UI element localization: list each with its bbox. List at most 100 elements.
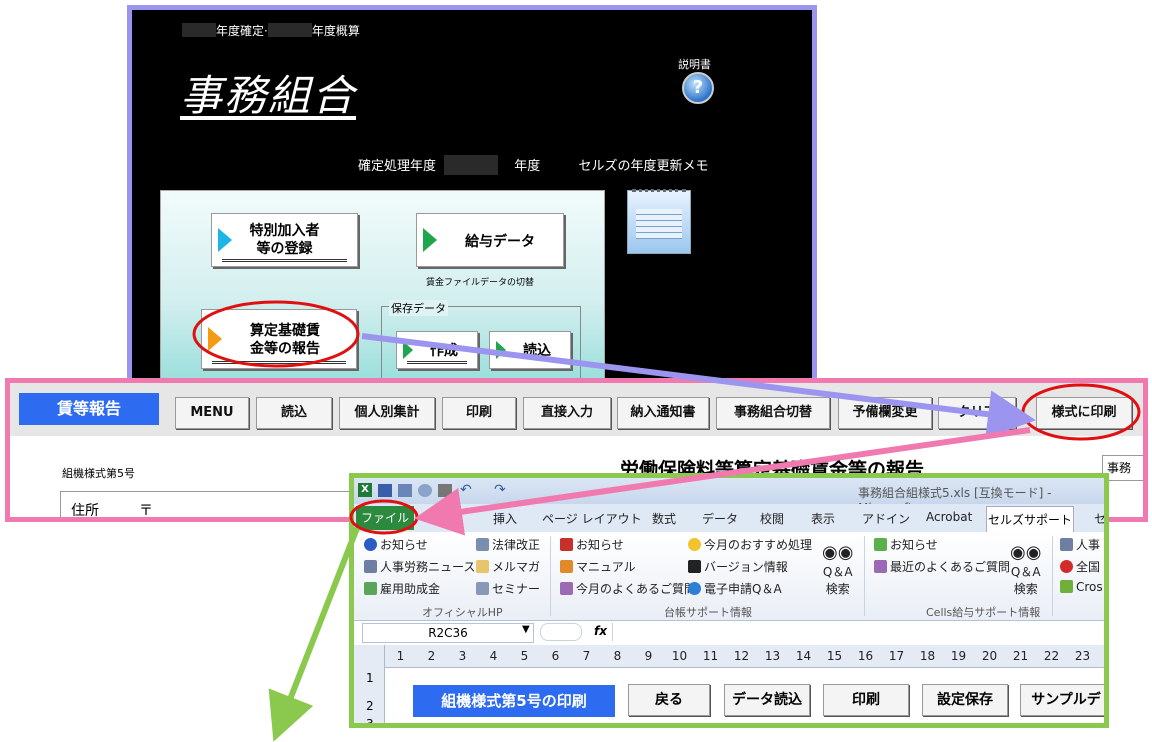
g1-seminar-button[interactable]: セミナー [476,580,540,597]
column-header[interactable]: 19 [943,649,974,663]
santei-kiso-button[interactable]: 算定基礎賃 金等の報告 [201,309,357,369]
column-header[interactable]: 7 [571,649,602,663]
sample-data-button[interactable]: サンプルデ [1020,684,1104,716]
yoshiki-ni-insatsu-button[interactable]: 様式に印刷 [1036,397,1132,429]
save-as-icon[interactable] [398,484,412,497]
column-header[interactable]: 16 [850,649,881,663]
tab-home[interactable]: ム [450,510,462,527]
law-icon [476,538,489,551]
column-header[interactable]: 5 [509,649,540,663]
fx-icon[interactable]: fx [594,624,607,638]
row-header[interactable]: 2 [366,699,374,713]
row-header[interactable]: 3 [366,717,374,723]
name-box[interactable]: R2C36 [362,623,534,643]
print-button[interactable]: 印刷 [823,684,909,716]
g2-version-button[interactable]: バージョン情報 [688,558,788,575]
arrow-right-icon [496,341,506,359]
nendo-label: 年度 [514,159,541,174]
jimukumiai-kirikae-button[interactable]: 事務組合切替 [716,397,830,429]
tab-addins[interactable]: アドイン [862,510,910,527]
g2-manual-button[interactable]: マニュアル [560,558,636,575]
print-preview-icon[interactable] [418,484,432,497]
file-tab[interactable]: ファイル [356,506,414,530]
save-icon[interactable] [378,484,392,497]
tab-more[interactable]: セ [1094,510,1104,527]
yomikomi-button[interactable]: 読込 [489,331,571,369]
column-header[interactable]: 22 [1036,649,1067,663]
g1-subsidy-button[interactable]: 雇用助成金 [364,580,440,597]
ribbon-label: 全国 [1076,560,1101,574]
column-header[interactable]: 2 [416,649,447,663]
tab-page-layout[interactable]: ページ レイアウト [542,510,642,527]
clear-button[interactable]: クリア [938,397,1016,429]
chevron-down-icon[interactable]: ▼ [522,624,530,635]
menu-button[interactable]: MENU [175,397,249,429]
undo-icon[interactable]: ↶ [460,482,472,498]
help-icon[interactable]: ? [682,72,714,104]
column-header[interactable]: 6 [540,649,571,663]
g2-news-button[interactable]: お知らせ [560,536,624,553]
g2-qa-search-button[interactable]: ◉◉ Q＆A 検索 [822,542,853,597]
g2-e-apply-button[interactable]: 電子申請Q＆A [688,580,782,597]
column-header[interactable]: 12 [726,649,757,663]
column-header[interactable]: 20 [974,649,1005,663]
g2-recommend-button[interactable]: 今月のおすすめ処理 [688,536,812,553]
select-all-corner[interactable] [354,645,385,667]
print-icon[interactable] [438,484,452,497]
formula-input[interactable] [612,623,1093,641]
sakusei-button[interactable]: 作成 [396,331,478,369]
g4-cros-button[interactable]: Cros [1060,580,1103,594]
tab-insert[interactable]: 挿入 [493,510,517,527]
g4-hr-button[interactable]: 人事 [1060,536,1100,553]
tab-review[interactable]: 校閲 [760,510,784,527]
g4-national-button[interactable]: 全国 [1060,558,1100,575]
redacted-year-input[interactable] [444,155,499,175]
g1-news-button[interactable]: お知らせ [364,536,428,553]
column-header[interactable]: 13 [757,649,788,663]
column-header[interactable]: 15 [819,649,850,663]
kyuyo-data-button[interactable]: 給与データ [416,213,564,267]
g2-faq-button[interactable]: 今月のよくあるご質問 [560,580,696,597]
column-header[interactable]: 4 [478,649,509,663]
tab-formulas[interactable]: 数式 [652,510,676,527]
data-load-button[interactable]: データ読込 [724,684,810,716]
column-header[interactable]: 11 [695,649,726,663]
yobiran-henko-button[interactable]: 予備欄変更 [838,397,932,429]
column-header[interactable]: 14 [788,649,819,663]
column-header[interactable]: 3 [447,649,478,663]
g3-faq-button[interactable]: 最近のよくあるご質問 [874,558,1010,575]
g1-law-button[interactable]: 法律改正 [476,536,540,553]
tab-cells-support[interactable]: セルズサポート [986,506,1074,533]
column-header[interactable]: 9 [633,649,664,663]
column-header[interactable]: 23 [1067,649,1098,663]
back-button[interactable]: 戻る [628,684,710,716]
column-header[interactable]: 17 [881,649,912,663]
g1-hr-news-button[interactable]: 人事労務ニュース [364,558,475,575]
g3-qa-search-button[interactable]: ◉◉ Q＆A 検索 [1010,542,1041,597]
tab-view[interactable]: 表示 [811,510,835,527]
insatsu-button[interactable]: 印刷 [442,397,516,429]
g1-mailmag-button[interactable]: メルマガ [476,558,540,575]
save-settings-button[interactable]: 設定保存 [922,684,1008,716]
tab-data[interactable]: データ [702,510,738,527]
yomikomi-button[interactable]: 読込 [256,397,332,429]
group-label-cells: Cells給与サポート情報 [926,606,1041,619]
column-header[interactable]: 8 [602,649,633,663]
column-header[interactable]: 10 [664,649,695,663]
kojinbetsu-shukei-button[interactable]: 個人別集計 [339,397,435,429]
column-header[interactable]: 1 [385,649,416,663]
book-icon [874,538,887,551]
column-header[interactable]: 18 [912,649,943,663]
nonyu-tsuchisho-button[interactable]: 納入通知書 [617,397,709,429]
row-header[interactable]: 1 [366,671,374,685]
tokubetsu-kanyusha-button[interactable]: 特別加入者 等の登録 [211,213,358,267]
g3-news-button[interactable]: お知らせ [874,536,938,553]
update-memo-link[interactable]: セルズの年度更新メモ [578,159,708,174]
redo-icon[interactable]: ↷ [494,482,506,498]
arrow-right-icon [423,228,437,252]
notepad-icon[interactable] [627,189,691,254]
chokusetsu-nyuryoku-button[interactable]: 直接入力 [523,397,611,429]
tab-acrobat[interactable]: Acrobat [926,510,972,524]
formula-expand-icon[interactable] [540,623,582,641]
column-header[interactable]: 21 [1005,649,1036,663]
